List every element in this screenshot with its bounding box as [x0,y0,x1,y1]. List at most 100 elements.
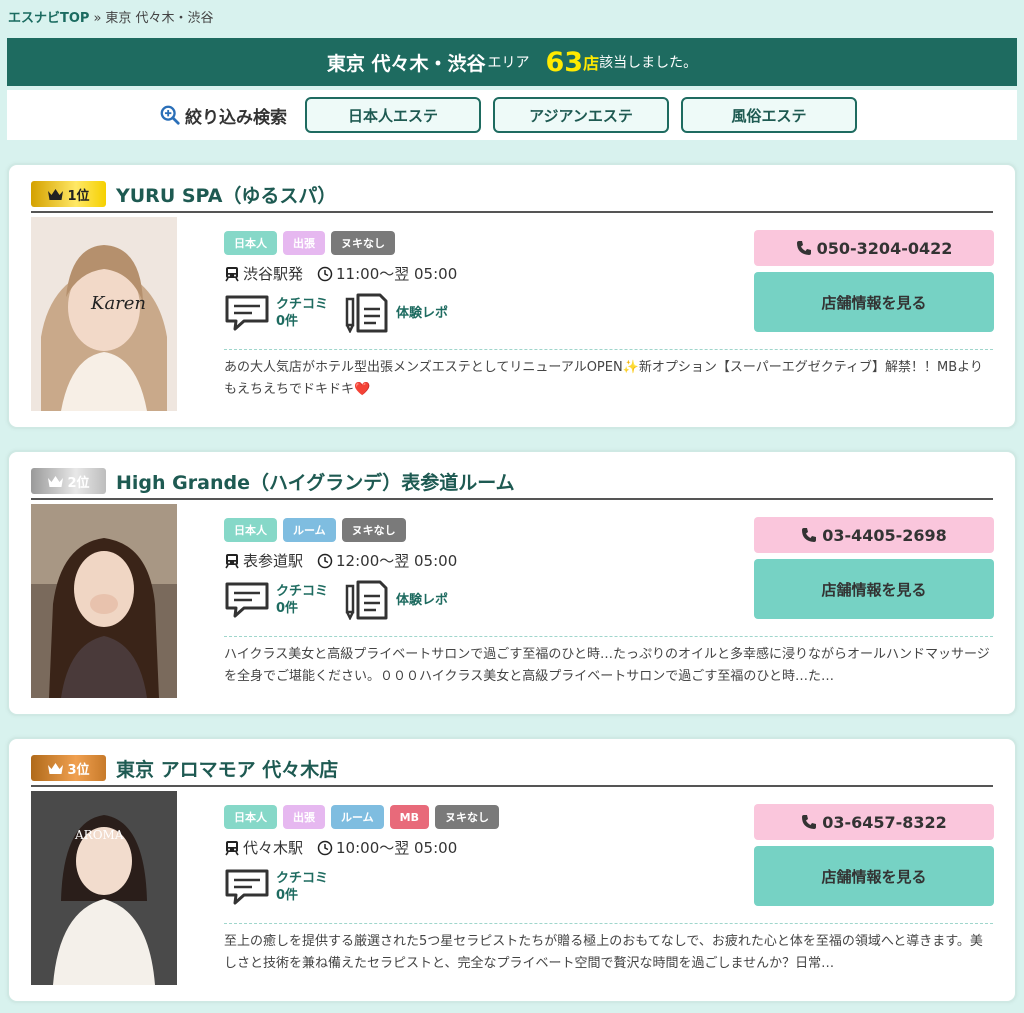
shop-card-header: 2位 High Grande（ハイグランデ）表参道ルーム [31,464,993,500]
breadcrumb-separator: » [93,11,102,26]
review-count: 0件 [276,888,299,903]
result-count-unit: 店 [583,54,600,73]
speech-bubble-icon [225,295,269,331]
breadcrumb-current: 東京 代々木・渋谷 [105,11,214,26]
shop-card-2: 2位 High Grande（ハイグランデ）表参道ルーム 日本人 ルーム ヌキな… [7,450,1017,716]
filter-label-text: 絞り込み検索 [185,107,287,128]
svg-text:Karen: Karen [90,293,146,314]
review-label: クチコミ [276,297,329,312]
experience-report-link[interactable]: 体験レポ [344,293,448,333]
shop-card-1: 1位 YURU SPA（ゆるスパ） Karen 日本人 出張 ヌキなし 渋谷駅発… [7,163,1017,429]
experience-report-link[interactable]: 体験レポ [344,580,448,620]
train-icon [225,840,239,855]
phone-icon [802,815,817,829]
business-hours: 12:00〜翌 05:00 [336,552,458,570]
shop-photo[interactable]: AROMA [31,791,177,985]
shop-name-link[interactable]: YURU SPA（ゆるスパ） [116,181,336,208]
speech-bubble-icon [225,582,269,618]
review-links: クチコミ 0件 [224,867,344,907]
station-text: 渋谷駅発 [243,265,304,283]
review-count: 0件 [276,314,299,329]
phone-icon [802,528,817,542]
rank-badge-bronze: 3位 [31,755,106,781]
review-label: クチコミ [276,584,329,599]
shop-access-info: 代々木駅 10:00〜翌 05:00 [224,837,457,858]
train-icon [225,266,239,281]
shop-description: 至上の癒しを提供する厳選された5つ星セラピストたちが贈る極上のおもてなしで、お疲… [224,934,983,971]
tag-no-nuki: ヌキなし [331,231,395,255]
area-name: 東京 代々木・渋谷 [326,52,486,75]
review-link[interactable]: クチコミ 0件 [224,293,328,333]
phone-call-button[interactable]: 03-6457-8322 [754,804,994,840]
document-pencil-icon [345,293,388,333]
review-link[interactable]: クチコミ 0件 [224,580,328,620]
shop-detail-button[interactable]: 店舗情報を見る [754,272,994,332]
filter-japanese-esthe-button[interactable]: 日本人エステ [305,97,481,133]
clock-icon [317,266,333,281]
therapist-photo-image: AROMA [31,791,177,985]
review-links: クチコミ 0件 体験レポ [224,580,464,620]
phone-number: 03-4405-2698 [822,525,947,545]
station-text: 代々木駅 [243,839,304,857]
tag-japanese: 日本人 [224,518,277,542]
rank-badge-gold: 1位 [31,181,106,207]
phone-call-button[interactable]: 050-3204-0422 [754,230,994,266]
rank-label: 2位 [67,475,90,491]
clock-icon [317,840,333,855]
speech-bubble-icon [225,869,269,905]
shop-card-header: 3位 東京 アロマモア 代々木店 [31,751,993,787]
shop-photo[interactable]: Karen [31,217,177,411]
crown-icon [48,475,64,487]
review-label: クチコミ [276,871,329,886]
shop-photo[interactable] [31,504,177,698]
tag-no-nuki: ヌキなし [435,805,500,829]
result-count-text: 該当しました。 [599,55,698,71]
phone-icon [796,241,811,255]
breadcrumb-home-link[interactable]: エスナビTOP [8,11,89,26]
clock-icon [317,553,333,568]
filter-bar: 絞り込み検索 日本人エステ アジアンエステ 風俗エステ [7,90,1017,140]
crown-icon [48,762,64,774]
therapist-photo-image [31,504,177,698]
area-suffix: エリア [487,55,530,71]
tag-room: ルーム [331,805,384,829]
tag-room: ルーム [283,518,336,542]
business-hours: 11:00〜翌 05:00 [336,265,458,283]
rank-label: 1位 [67,188,90,204]
shop-access-info: 表参道駅 12:00〜翌 05:00 [224,550,457,571]
filter-label: 絞り込み検索 [159,103,287,128]
shop-tags: 日本人 ルーム ヌキなし [224,518,412,542]
card-divider [224,636,993,637]
svg-text:AROMA: AROMA [74,828,124,842]
zoom-search-icon [160,105,180,125]
shop-tags: 日本人 出張 ルーム MB ヌキなし [224,805,505,829]
shop-description: ハイクラス美女と高級プライベートサロンで過ごす至福のひと時…たっぷりのオイルと多… [224,647,990,684]
area-result-banner: 東京 代々木・渋谷 エリア 63 店 該当しました。 [7,38,1017,86]
filter-fuzoku-esthe-button[interactable]: 風俗エステ [681,97,857,133]
tag-delivery: 出張 [283,805,325,829]
report-label: 体験レポ [396,305,449,321]
review-links: クチコミ 0件 体験レポ [224,293,464,333]
report-label: 体験レポ [396,592,449,608]
phone-number: 03-6457-8322 [822,812,947,832]
phone-call-button[interactable]: 03-4405-2698 [754,517,994,553]
breadcrumb: エスナビTOP » 東京 代々木・渋谷 [8,7,214,26]
review-link[interactable]: クチコミ 0件 [224,867,328,907]
shop-detail-button[interactable]: 店舗情報を見る [754,846,994,906]
filter-asian-esthe-button[interactable]: アジアンエステ [493,97,669,133]
shop-name-link[interactable]: 東京 アロマモア 代々木店 [116,755,338,782]
tag-delivery: 出張 [283,231,325,255]
phone-number: 050-3204-0422 [816,238,953,258]
rank-badge-silver: 2位 [31,468,106,494]
shop-name-link[interactable]: High Grande（ハイグランデ）表参道ルーム [116,468,515,495]
rank-label: 3位 [67,762,90,778]
card-divider [224,349,993,350]
tag-japanese: 日本人 [224,805,277,829]
tag-japanese: 日本人 [224,231,277,255]
tag-no-nuki: ヌキなし [341,518,406,542]
document-pencil-icon [345,580,388,620]
shop-card-3: 3位 東京 アロマモア 代々木店 AROMA 日本人 出張 ルーム MB ヌキな… [7,737,1017,1003]
shop-description: あの大人気店がホテル型出張メンズエステとしてリニューアルOPEN✨新オプション【… [224,360,983,397]
shop-tags: 日本人 出張 ヌキなし [224,231,401,255]
shop-detail-button[interactable]: 店舗情報を見る [754,559,994,619]
